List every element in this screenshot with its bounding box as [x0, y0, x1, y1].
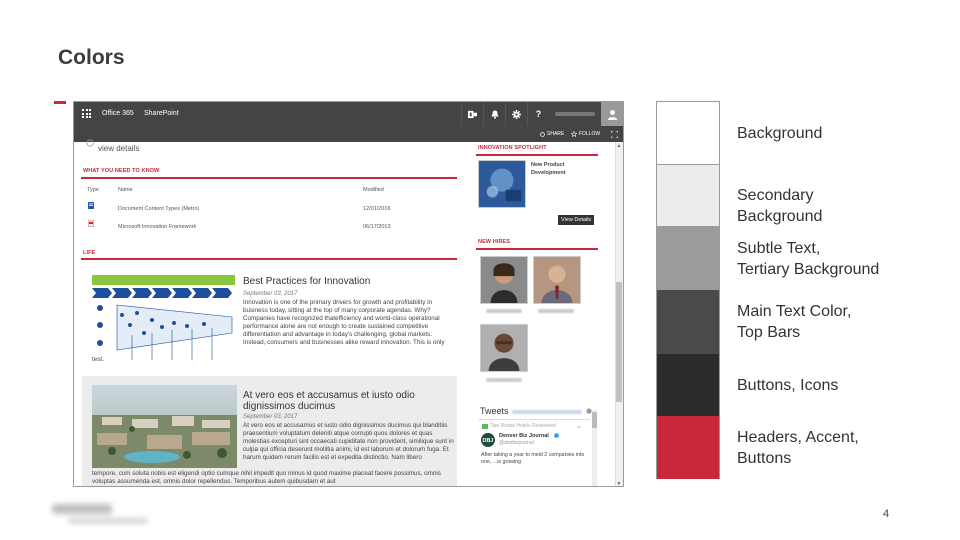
- follow-label: FOLLOW: [579, 131, 601, 137]
- page-scroll-thumb[interactable]: [616, 282, 622, 402]
- bell-icon[interactable]: [483, 102, 505, 126]
- spotlight-heading: INNOVATION SPOTLIGHT: [478, 145, 547, 151]
- life-heading: LIFE: [83, 250, 96, 256]
- new-hire-photo[interactable]: [480, 256, 528, 304]
- tweets-account-blurred: [512, 410, 582, 414]
- article-card[interactable]: Best Practices for Innovation September …: [82, 266, 457, 374]
- tweet-author[interactable]: Denver Biz Journal: [499, 433, 549, 439]
- tweets-title: Tweets: [480, 406, 509, 416]
- label-buttons-icons: Buttons, Icons: [737, 377, 839, 394]
- star-icon: [571, 131, 577, 137]
- label-secondary-background: Secondary Background: [737, 187, 823, 225]
- retweet-icon: [482, 424, 488, 429]
- verified-icon: [554, 433, 559, 438]
- new-hire-photo[interactable]: [533, 256, 581, 304]
- scroll-down-icon[interactable]: ▼: [615, 480, 623, 486]
- chevron-icon: [86, 139, 94, 147]
- share-label: SHARE: [547, 131, 565, 137]
- follow-action[interactable]: FOLLOW: [571, 131, 600, 137]
- spotlight-image[interactable]: [478, 160, 526, 208]
- new-hire-photo[interactable]: [480, 324, 528, 372]
- word-doc-icon: [88, 202, 94, 209]
- doc-name[interactable]: Microsoft Innovation Framework: [118, 224, 196, 230]
- swatch-main-text: [656, 290, 720, 354]
- col-name-header[interactable]: Name: [118, 187, 133, 193]
- retweet-note: Two Roads Hotels Retweeted: [490, 423, 556, 429]
- article-date: September 03, 2017: [243, 291, 298, 297]
- suite-bar: Office 365 SharePoint ?: [74, 102, 623, 126]
- doc-name[interactable]: Document Content Types (Metro): [118, 206, 199, 212]
- swatch-subtle-text: [656, 226, 720, 290]
- new-hire-name-blurred: [538, 309, 574, 313]
- sharepoint-screenshot: Office 365 SharePoint ? SHARE FOLLOW vie…: [73, 101, 624, 487]
- article-card[interactable]: At vero eos et accusamus et iusto odio d…: [82, 376, 457, 486]
- svg-text:DBJ: DBJ: [482, 438, 493, 444]
- article-overflow-text: tempore, cum soluta nobis est eligendi o…: [92, 470, 441, 485]
- help-icon[interactable]: ?: [527, 102, 549, 126]
- gear-icon[interactable]: [505, 102, 527, 126]
- focus-icon[interactable]: [611, 131, 618, 138]
- label-subtle-text: Subtle Text, Tertiary Background: [737, 240, 880, 278]
- slide-title: Colors: [58, 46, 125, 69]
- label-background: Background: [737, 125, 823, 142]
- spotlight-rule: [476, 154, 598, 156]
- article-body: At vero eos et accusamus et iusto odio d…: [243, 422, 454, 461]
- view-details-button[interactable]: View Details: [558, 215, 595, 225]
- user-name-blurred[interactable]: [549, 102, 601, 126]
- what-you-need-rule: [81, 177, 457, 179]
- swatch-headers-accent: [656, 416, 720, 479]
- new-hire-name-blurred: [486, 309, 522, 313]
- article-title[interactable]: At vero eos et accusamus et iusto odio d…: [243, 390, 453, 412]
- user-avatar-icon[interactable]: [601, 102, 623, 126]
- scroll-up-icon[interactable]: ▲: [615, 142, 623, 150]
- pdf-doc-icon: [88, 220, 94, 227]
- article-overflow-text: test.: [92, 356, 104, 363]
- outlook-icon[interactable]: [461, 102, 483, 126]
- doc-modified: 12/01/2016: [363, 206, 391, 212]
- tweets-panel: Tweets Two Roads Hotels Retweeted DBJ De…: [476, 402, 598, 486]
- new-hires-heading: NEW HIRES: [478, 239, 511, 245]
- tweet-text: After taking a year to meld 2 companies …: [481, 452, 585, 465]
- col-type-header[interactable]: Type: [87, 187, 99, 193]
- page-number: 4: [883, 508, 890, 520]
- site-actions-bar: SHARE FOLLOW: [74, 126, 623, 142]
- resort-aerial-photo: [92, 385, 237, 468]
- article-date: September 03, 2017: [243, 414, 298, 420]
- life-rule: [81, 258, 457, 260]
- office365-link[interactable]: Office 365: [102, 110, 134, 117]
- view-details-link[interactable]: view details: [98, 144, 139, 153]
- swatch-background: [656, 101, 720, 164]
- innovation-funnel-illustration: [92, 275, 235, 360]
- doc-modified: 06/17/2013: [363, 224, 391, 230]
- accent-tick: [54, 101, 66, 104]
- label-main-text: Main Text Color, Top Bars: [737, 303, 852, 341]
- new-hire-name-blurred: [486, 378, 522, 382]
- article-title[interactable]: Best Practices for Innovation: [243, 276, 453, 287]
- tweet-handle[interactable]: @denbizjournal: [499, 440, 534, 446]
- col-modified-header[interactable]: Modified: [363, 187, 384, 193]
- label-headers-accent: Headers, Accent, Buttons: [737, 429, 859, 467]
- swatch-secondary-background: [656, 164, 720, 226]
- spotlight-title[interactable]: New Product Development: [531, 161, 591, 177]
- new-hires-rule: [476, 248, 598, 250]
- app-launcher-icon[interactable]: [82, 109, 91, 118]
- swatch-buttons-icons: [656, 354, 720, 416]
- chevron-down-icon[interactable]: [576, 424, 582, 430]
- dbj-avatar[interactable]: DBJ: [481, 433, 495, 447]
- page-content: view details WHAT YOU NEED TO KNOW Type …: [74, 139, 623, 486]
- share-icon: [540, 131, 545, 137]
- what-you-need-heading: WHAT YOU NEED TO KNOW: [83, 168, 160, 174]
- article-body: Innovation is one of the primary drivers…: [243, 299, 445, 346]
- sharepoint-link[interactable]: SharePoint: [144, 110, 179, 117]
- company-logo-blurred: [52, 504, 148, 524]
- tweets-scroll-thumb[interactable]: [592, 412, 597, 428]
- tweets-divider: [478, 419, 590, 420]
- share-action[interactable]: SHARE: [540, 131, 564, 137]
